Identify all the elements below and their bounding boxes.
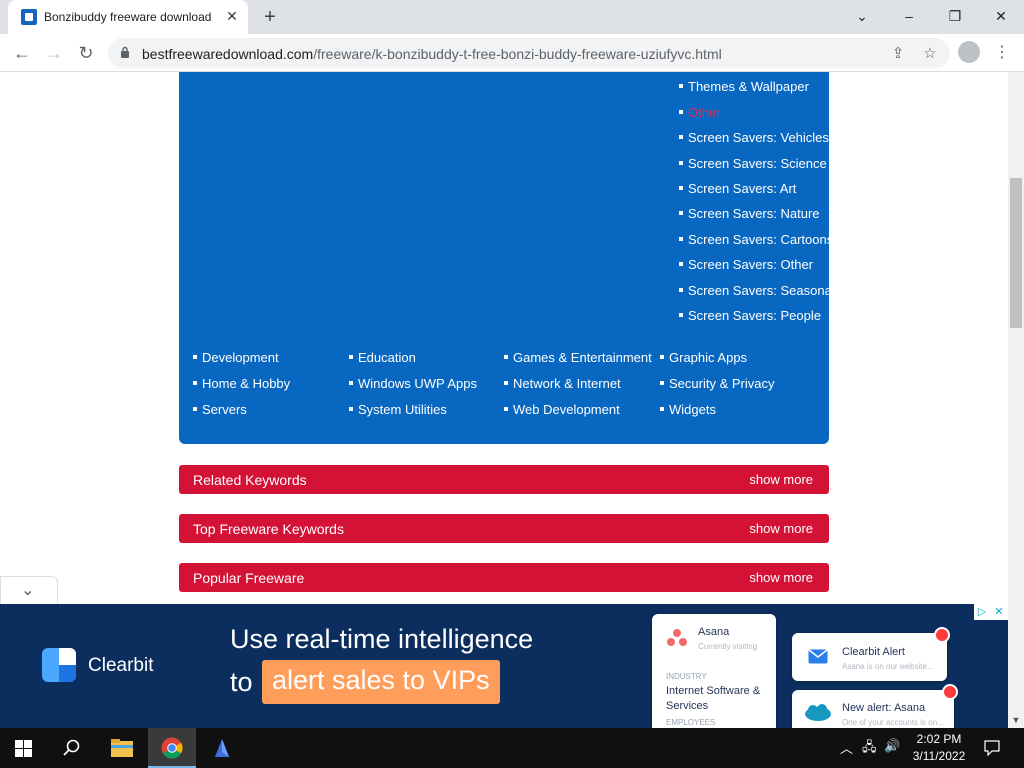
tab-search-icon[interactable]: ⌄ (840, 4, 884, 28)
back-button[interactable]: ← (10, 41, 34, 65)
browser-tab[interactable]: Bonzibuddy freeware download ✕ (8, 0, 248, 34)
category-box: Themes & Wallpaper Other Screen Savers: … (179, 72, 835, 444)
alert-title: Clearbit Alert (842, 646, 905, 658)
mail-icon (808, 649, 828, 664)
section-title: Related Keywords (193, 472, 307, 488)
tab-strip: Bonzibuddy freeware download ✕ + ⌄ – ❐ ✕ (0, 0, 1024, 34)
category-link-home-hobby[interactable]: Home & Hobby (193, 376, 290, 391)
section-top-freeware-keywords: Top Freeware Keywords show more (179, 514, 829, 543)
category-link-games[interactable]: Games & Entertainment (504, 350, 652, 365)
subcategory-link[interactable]: Screen Savers: Art (679, 181, 796, 196)
advertisement-banner[interactable]: Clearbit Use real-time intelligence to a… (0, 604, 1008, 728)
maximize-button[interactable]: ❐ (933, 4, 977, 28)
category-link-uwp-apps[interactable]: Windows UWP Apps (349, 376, 477, 391)
alert-badge-icon (934, 627, 950, 643)
industry-label: INDUSTRY (666, 672, 707, 681)
scrollbar-thumb[interactable] (1010, 178, 1022, 328)
page-viewport: Themes & Wallpaper Other Screen Savers: … (0, 72, 1008, 604)
ad-close-icon[interactable]: ✕ (991, 604, 1007, 620)
alert-title: New alert: Asana (842, 702, 926, 714)
category-link-security[interactable]: Security & Privacy (660, 376, 774, 391)
alert-body: One of your accounts is on... (842, 718, 944, 727)
tab-title: Bonzibuddy freeware download (44, 10, 212, 24)
search-icon[interactable] (48, 728, 96, 768)
lock-icon (121, 46, 129, 58)
category-link-web-development[interactable]: Web Development (504, 402, 620, 417)
chevron-down-icon: ⌄ (21, 582, 35, 599)
ad-brand-name: Clearbit (88, 655, 154, 676)
section-title: Top Freeware Keywords (193, 521, 344, 537)
close-window-button[interactable]: ✕ (979, 4, 1023, 28)
section-related-keywords: Related Keywords show more (179, 465, 829, 494)
address-bar[interactable]: bestfreewaredownload.com/freeware/k-bonz… (108, 38, 950, 68)
asana-logo-icon (667, 629, 687, 646)
clearbit-logo-icon (42, 648, 76, 682)
notifications-icon[interactable] (984, 740, 1000, 756)
show-more-link[interactable]: show more (749, 521, 813, 536)
section-title: Popular Freeware (193, 570, 305, 586)
url-path: /freeware/k-bonzibuddy-t-free-bonzi-budd… (313, 46, 722, 62)
ad-headline-prefix: to (230, 667, 253, 697)
minimize-button[interactable]: – (887, 4, 931, 28)
new-tab-button[interactable]: + (258, 6, 282, 28)
subcategory-link[interactable]: Screen Savers: Nature (679, 206, 820, 221)
company-name: Asana (698, 626, 730, 638)
subcategory-link[interactable]: Screen Savers: Other (679, 257, 813, 272)
close-tab-icon[interactable]: ✕ (223, 7, 241, 25)
browser-toolbar: ← → ↻ bestfreewaredownload.com/freeware/… (0, 34, 1024, 72)
category-link-widgets[interactable]: Widgets (660, 402, 716, 417)
salesforce-cloud-icon (805, 704, 831, 721)
url-host: bestfreewaredownload.com (142, 46, 314, 62)
category-link-graphic-apps[interactable]: Graphic Apps (660, 350, 747, 365)
network-icon[interactable]: 🖧 (862, 738, 877, 760)
show-more-link[interactable]: show more (749, 570, 813, 585)
ad-alert-card: New alert: Asana One of your accounts is… (792, 684, 958, 728)
file-explorer-icon[interactable] (98, 728, 146, 768)
chrome-menu-icon[interactable]: ⋮ (992, 41, 1012, 65)
alert-body: Asana is on our website... (842, 662, 934, 671)
volume-icon[interactable]: 🔊 (884, 738, 900, 754)
windows-start-icon[interactable] (0, 728, 48, 768)
ad-headline: Use real-time intelligence (230, 624, 534, 654)
employees-label: EMPLOYEES (666, 718, 716, 727)
ad-info-icon[interactable]: ▷ (974, 604, 990, 620)
url-text: bestfreewaredownload.com/freeware/k-bonz… (142, 46, 722, 62)
subcategory-link[interactable]: Screen Savers: Science (679, 156, 827, 171)
profile-avatar-icon[interactable] (958, 41, 980, 63)
subcategory-link-active[interactable]: Other (679, 105, 721, 120)
reload-button[interactable]: ↻ (74, 41, 98, 65)
category-link-development[interactable]: Development (193, 350, 279, 365)
ad-collapse-tab[interactable]: ⌄ (0, 576, 58, 604)
company-status: Currently visiting (698, 642, 758, 651)
subcategory-link[interactable]: Screen Savers: Seasonal (679, 283, 835, 298)
site-favicon-icon (21, 9, 37, 25)
category-link-education[interactable]: Education (349, 350, 416, 365)
ad-controls: ▷ ✕ (974, 604, 1008, 620)
ad-alert-card: Clearbit Alert Asana is on our website..… (792, 627, 950, 681)
bookmark-star-icon[interactable]: ☆ (920, 44, 940, 64)
app-icon[interactable] (198, 728, 246, 768)
subcategory-link[interactable]: Themes & Wallpaper (679, 79, 809, 94)
clock-time[interactable]: 2:02 PM (900, 732, 978, 746)
scroll-down-arrow-icon[interactable]: ▼ (1008, 712, 1024, 728)
chrome-icon[interactable] (148, 728, 196, 768)
section-popular-freeware: Popular Freeware show more (179, 563, 829, 592)
windows-taskbar: ︿ 🖧 🔊 2:02 PM 3/11/2022 (0, 728, 1024, 768)
page-scrollbar[interactable]: ▼ (1008, 72, 1024, 728)
category-link-servers[interactable]: Servers (193, 402, 247, 417)
show-hidden-icons-icon[interactable]: ︿ (840, 738, 853, 757)
ad-highlight: alert sales to VIPs (262, 660, 500, 704)
share-icon[interactable]: ⇪ (888, 44, 908, 64)
category-link-system-utilities[interactable]: System Utilities (349, 402, 447, 417)
forward-button[interactable]: → (42, 41, 66, 65)
ad-company-card: Asana Currently visiting INDUSTRY Intern… (652, 614, 776, 728)
subcategory-link[interactable]: Screen Savers: Cartoons (679, 232, 833, 247)
alert-badge-icon (942, 684, 958, 700)
clock-date[interactable]: 3/11/2022 (900, 749, 978, 763)
subcategory-link[interactable]: Screen Savers: People (679, 308, 821, 323)
show-more-link[interactable]: show more (749, 472, 813, 487)
industry-value: Internet Software & Services (666, 685, 761, 712)
subcategory-link[interactable]: Screen Savers: Vehicles (679, 130, 829, 145)
category-link-network[interactable]: Network & Internet (504, 376, 621, 391)
